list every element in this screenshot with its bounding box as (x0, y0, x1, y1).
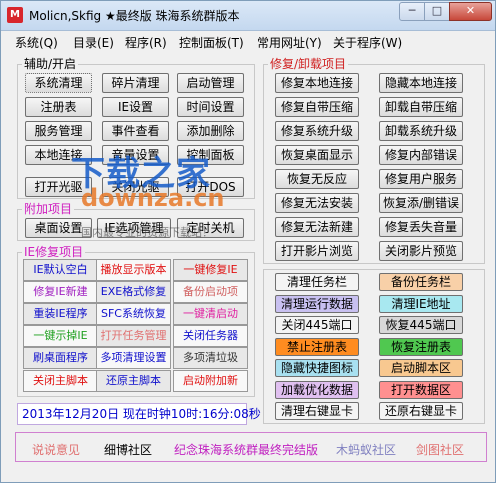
link-feedback[interactable]: 说说意见 (32, 441, 80, 458)
link-community[interactable]: 细博社区 (104, 441, 152, 458)
task-button[interactable]: 还原右键显卡 (379, 402, 463, 420)
repair-group-label: 修复/卸载项目 (268, 57, 349, 71)
ie-cell-button[interactable]: 还原主脚本 (96, 370, 171, 392)
repair-button[interactable]: 修复无法安装 (275, 193, 359, 213)
ie-cell-button[interactable]: 打开任务管理 (96, 325, 171, 347)
title-bar[interactable]: M Molicn,Skfig ★最终版 珠海系统群版本 ─ □ ✕ (1, 1, 495, 31)
link-memorial[interactable]: 纪念珠海系统群最终完结版 (174, 441, 318, 458)
menu-control-panel[interactable]: 控制面板(T) (179, 34, 244, 51)
add-remove-button[interactable]: 添加删除 (177, 121, 244, 141)
repair-button[interactable]: 打开影片浏览 (275, 241, 359, 261)
ie-cell-button[interactable]: 一键清启动 (173, 303, 248, 325)
watermark-domain: downza.cn (81, 184, 225, 212)
task-button[interactable]: 清理IE地址 (379, 294, 463, 313)
ie-cell-button[interactable]: 刷桌面程序 (23, 347, 98, 369)
ie-cell-button[interactable]: 启动附加新 (173, 370, 248, 392)
link-jiantu[interactable]: 剑图社区 (416, 441, 464, 458)
menu-system[interactable]: 系统(Q) (15, 34, 58, 51)
task-button[interactable]: 清理任务栏 (275, 273, 359, 291)
repair-button[interactable]: 恢复无反应 (275, 169, 359, 189)
ie-cell-button[interactable]: 关闭主脚本 (23, 370, 98, 392)
app-window: M Molicn,Skfig ★最终版 珠海系统群版本 ─ □ ✕ 系统(Q) … (0, 0, 496, 483)
minimize-button[interactable]: ─ (399, 2, 425, 21)
maximize-button[interactable]: □ (424, 2, 450, 21)
ie-settings-button[interactable]: IE设置 (102, 97, 169, 117)
watermark-tagline: 国内最专业的资源下载站！ (81, 226, 213, 239)
ie-cell-button[interactable]: 多项清理设置 (96, 347, 171, 369)
registry-button[interactable]: 注册表 (25, 97, 92, 117)
task-button[interactable]: 恢复445端口 (379, 316, 463, 334)
menu-common-urls[interactable]: 常用网址(Y) (257, 34, 322, 51)
ie-cell-button[interactable]: 播放显示版本 (96, 259, 171, 281)
ie-cell-button[interactable]: 备份启动项 (173, 281, 248, 303)
repair-button[interactable]: 修复无法新建 (275, 217, 359, 237)
repair-button[interactable]: 修复本地连接 (275, 73, 359, 93)
task-button[interactable]: 禁止注册表 (275, 337, 359, 356)
repair-button[interactable]: 修复丢失音量 (379, 217, 463, 237)
repair-button[interactable]: 修复用户服务 (379, 169, 463, 189)
repair-button[interactable]: 修复系统升级 (275, 121, 359, 141)
window-title: Molicn,Skfig ★最终版 珠海系统群版本 (29, 9, 240, 23)
ie-cell-button[interactable]: IE默认空白 (23, 259, 98, 281)
task-button[interactable]: 备份任务栏 (379, 273, 463, 291)
task-button[interactable]: 关闭445端口 (275, 316, 359, 334)
task-button[interactable]: 打开数据区 (379, 380, 463, 399)
extra-group-label: 附加项目 (22, 202, 75, 216)
menu-program[interactable]: 程序(R) (125, 34, 167, 51)
link-mumayi[interactable]: 木蚂蚁社区 (336, 441, 396, 458)
service-manager-button[interactable]: 服务管理 (25, 121, 92, 141)
ie-cell-button[interactable]: 一键修复IE (173, 259, 248, 281)
menu-bar: 系统(Q) 目录(E) 程序(R) 控制面板(T) 常用网址(Y) 关于程序(W… (1, 32, 495, 52)
ie-cell-button[interactable]: EXE格式修复 (96, 281, 171, 303)
menu-about[interactable]: 关于程序(W) (333, 34, 402, 51)
repair-button[interactable]: 卸载自带压缩 (379, 97, 463, 117)
task-button[interactable]: 隐藏快捷图标 (275, 359, 359, 377)
task-button[interactable]: 启动脚本区 (379, 359, 463, 377)
repair-button[interactable]: 关闭影片预览 (379, 241, 463, 261)
repair-button[interactable]: 恢复桌面显示 (275, 145, 359, 165)
ie-cell-button[interactable]: 修复IE新建 (23, 281, 98, 303)
system-cleanup-button[interactable]: 系统清理 (25, 73, 92, 93)
defrag-button[interactable]: 碎片清理 (102, 73, 169, 93)
menu-directory[interactable]: 目录(E) (73, 34, 114, 51)
ie-cell-button[interactable]: 多项清垃圾 (173, 347, 248, 369)
repair-button[interactable]: 隐藏本地连接 (379, 73, 463, 93)
ie-cell-button[interactable]: 关闭任务器 (173, 325, 248, 347)
task-button[interactable]: 加载优化数据 (275, 380, 359, 399)
startup-manager-button[interactable]: 启动管理 (177, 73, 244, 93)
task-button[interactable]: 清理右键显卡 (275, 402, 359, 420)
ie-cell-button[interactable]: 重装IE程序 (23, 303, 98, 325)
time-settings-button[interactable]: 时间设置 (177, 97, 244, 117)
task-button[interactable]: 恢复注册表 (379, 337, 463, 356)
app-icon: M (7, 7, 23, 23)
repair-button[interactable]: 修复内部错误 (379, 145, 463, 165)
ie-cell-button[interactable]: SFC系统恢复 (96, 303, 171, 325)
aux-group-label: 辅助/开启 (22, 57, 79, 71)
ie-group-label: IE修复项目 (22, 245, 86, 259)
repair-button[interactable]: 修复自带压缩 (275, 97, 359, 117)
repair-button[interactable]: 卸载系统升级 (379, 121, 463, 141)
ie-cell-button[interactable]: 一键示掉IE (23, 325, 98, 347)
links-bar: 说说意见 细博社区 纪念珠海系统群最终完结版 木蚂蚁社区 剑图社区 (15, 432, 487, 462)
task-button[interactable]: 清理运行数据 (275, 294, 359, 313)
repair-button[interactable]: 恢复添/删错误 (379, 193, 463, 213)
close-button[interactable]: ✕ (449, 2, 492, 21)
event-viewer-button[interactable]: 事件查看 (102, 121, 169, 141)
datetime-status: 2013年12月20日 现在时钟10时:16分:08秒 (17, 403, 261, 425)
